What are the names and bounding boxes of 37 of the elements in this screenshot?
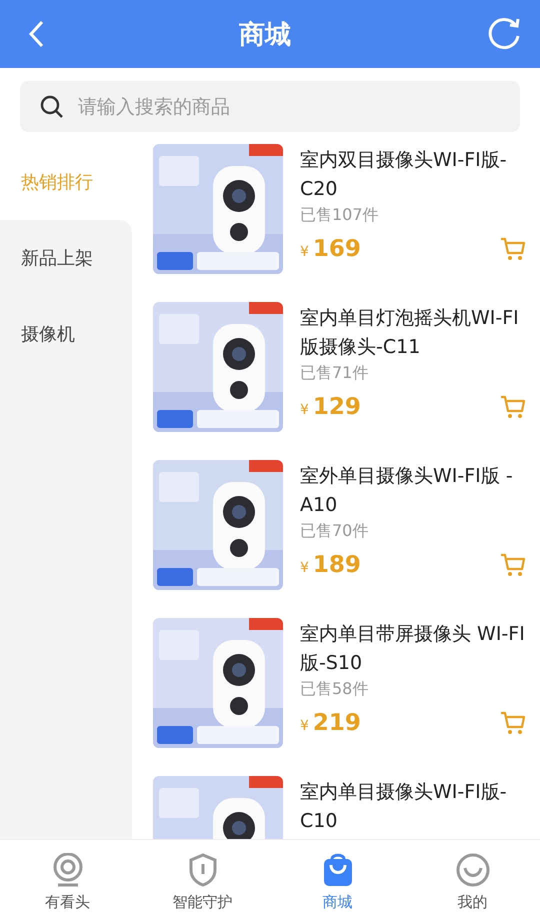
category-item[interactable]: 新品上架 (0, 220, 132, 296)
cart-button[interactable] (500, 236, 526, 262)
product-title[interactable]: 室外单目摄像头WI-FI版 -A10 (300, 462, 526, 520)
cart-icon (500, 236, 526, 262)
cart-button[interactable] (500, 394, 526, 420)
page-title: 商城 (239, 18, 291, 52)
back-icon (28, 20, 44, 48)
sold-count: 已售70件 (300, 520, 370, 542)
tab-item[interactable]: 有看头 (0, 840, 135, 924)
refresh-icon (486, 16, 522, 52)
cart-icon (500, 394, 526, 420)
product-price: ¥ 169 (300, 236, 361, 262)
category-item[interactable]: 摄像机 (0, 296, 132, 372)
cart-button[interactable] (500, 710, 526, 736)
product-title[interactable]: 室内双目摄像头WI-FI版-C20 (300, 146, 526, 204)
sold-count: 已售58件 (300, 678, 370, 700)
product-title[interactable]: 室内单目灯泡摇头机WI-FI版摄像头-C11 (300, 304, 526, 362)
smiley-icon (456, 852, 490, 886)
camera-icon (52, 852, 84, 886)
sold-count: 已售71件 (300, 362, 370, 384)
product-price: ¥ 129 (300, 394, 361, 420)
shield-icon (188, 852, 218, 886)
back-button[interactable] (28, 20, 44, 48)
sold-count: 已售107件 (300, 204, 380, 226)
search-field[interactable]: 请输入搜索的商品 (20, 81, 520, 132)
product-price: ¥ 189 (300, 552, 361, 578)
product-title[interactable]: 室内单目带屏摄像头 WI-FI版-S10 (300, 620, 526, 678)
tab-item[interactable]: 商城 (270, 840, 405, 924)
cart-icon (500, 710, 526, 736)
tab-item[interactable]: 我的 (405, 840, 540, 924)
cart-icon (500, 552, 526, 578)
tab-item[interactable]: 智能守护 (135, 840, 270, 924)
refresh-button[interactable] (486, 16, 522, 52)
product-price: ¥ 219 (300, 710, 361, 736)
bag-icon (322, 852, 354, 886)
cart-button[interactable] (500, 552, 526, 578)
product-title[interactable]: 室内单目摄像头WI-FI版-C10 (300, 778, 526, 836)
